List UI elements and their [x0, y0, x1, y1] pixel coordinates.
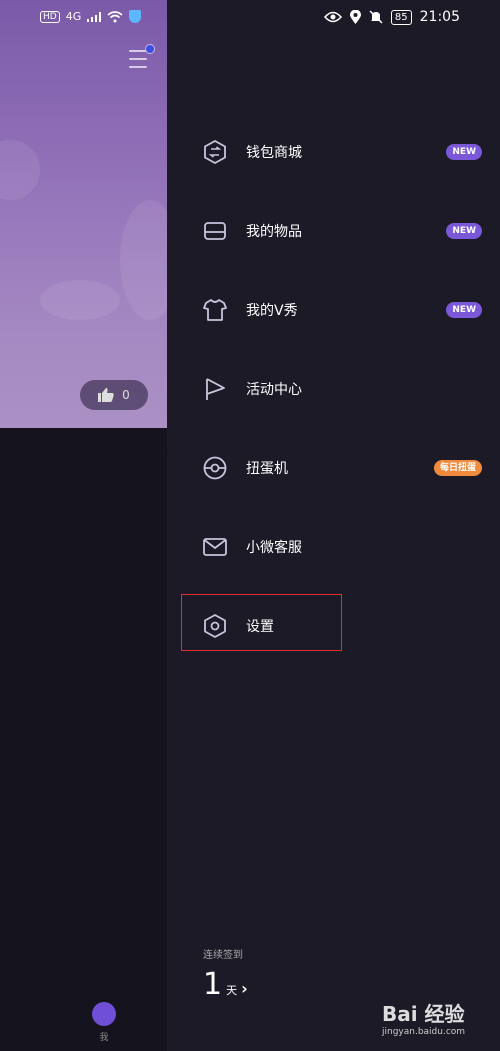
status-bar-right: 85 21:05: [323, 9, 460, 25]
menu-item-label: 活动中心: [246, 382, 302, 398]
streak-count-row: 1 天 ›: [203, 967, 248, 1002]
signal-icon: [87, 11, 102, 22]
eye-icon: [323, 11, 342, 23]
notification-dot: [145, 44, 155, 54]
mail-icon: [202, 534, 228, 560]
wifi-icon: [107, 10, 123, 22]
avatar: [92, 1002, 116, 1026]
background-app: HD 4G 0 我: [0, 0, 167, 1051]
menu-icon[interactable]: [129, 50, 147, 74]
tab-me-label: 我: [99, 1033, 109, 1043]
watermark: Bai 经验 jingyan.baidu.com: [382, 998, 465, 1037]
shirt-icon: [202, 297, 228, 323]
menu-item-label: 小微客服: [246, 540, 302, 556]
flag-icon: [202, 376, 228, 402]
shield-icon: [129, 10, 142, 23]
daily-gacha-badge: 每日扭蛋: [433, 460, 482, 476]
hd-indicator: HD: [40, 10, 60, 23]
like-count: 0: [122, 388, 130, 402]
menu-item-wallet[interactable]: 钱包商城 NEW: [167, 122, 500, 182]
menu-item-customer-service[interactable]: 小微客服: [167, 517, 500, 577]
new-badge: NEW: [446, 223, 482, 239]
streak-count: 1: [203, 967, 223, 1002]
new-badge: NEW: [446, 302, 482, 318]
mute-icon: [369, 10, 383, 24]
menu-item-my-vshow[interactable]: 我的V秀 NEW: [167, 280, 500, 340]
menu-item-label: 扭蛋机: [246, 461, 288, 477]
menu-item-gacha[interactable]: 扭蛋机 每日扭蛋: [167, 438, 500, 498]
streak-caption: 连续签到: [203, 950, 243, 961]
network-indicator: 4G: [65, 10, 82, 23]
feed-panel-body: [0, 428, 167, 1051]
wallet-icon: [202, 139, 228, 165]
tab-me[interactable]: 我: [92, 1002, 116, 1043]
checkin-streak[interactable]: 连续签到 1 天 ›: [203, 946, 248, 1002]
battery-indicator: 85: [390, 9, 412, 25]
menu-item-label: 钱包商城: [246, 145, 302, 161]
menu-item-label: 我的物品: [246, 224, 302, 240]
watermark-url: jingyan.baidu.com: [382, 1027, 466, 1037]
streak-unit: 天: [226, 984, 238, 997]
chevron-right-icon: ›: [241, 979, 248, 998]
inbox-icon: [202, 218, 228, 244]
watermark-brand: Bai 经验: [382, 1002, 465, 1026]
capsule-icon: [202, 455, 228, 481]
menu-item-my-items[interactable]: 我的物品 NEW: [167, 201, 500, 261]
thumbs-up-icon: [98, 388, 114, 402]
status-bar-left: HD 4G: [40, 10, 142, 23]
settings-highlight-box: [181, 594, 342, 651]
like-button[interactable]: 0: [80, 380, 148, 410]
clock: 21:05: [419, 9, 460, 25]
menu-item-label: 我的V秀: [246, 303, 298, 319]
menu-item-activity-center[interactable]: 活动中心: [167, 359, 500, 419]
new-badge: NEW: [446, 144, 482, 160]
location-icon: [349, 10, 361, 24]
